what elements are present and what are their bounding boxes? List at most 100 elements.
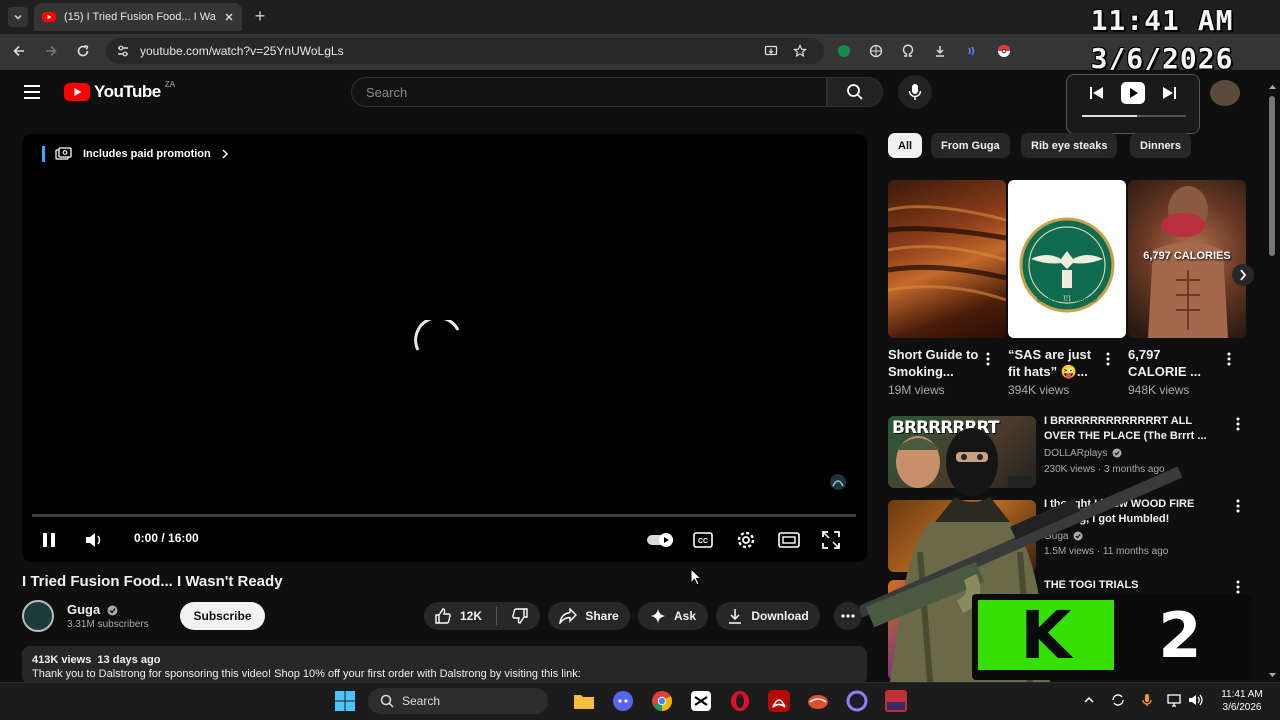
channel-name[interactable]: Guga	[67, 602, 118, 617]
taskbar-clock[interactable]: 11:41 AM 3/6/2026	[1212, 688, 1272, 714]
more-actions-button[interactable]	[834, 602, 862, 630]
search-bar[interactable]	[351, 77, 827, 107]
cursor-icon	[690, 568, 702, 586]
video-progress-bar[interactable]	[32, 514, 856, 517]
start-button[interactable]	[333, 689, 357, 713]
tray-microphone-icon[interactable]	[1140, 693, 1154, 707]
short-thumbnail[interactable]: 6,797 CALORIES	[1128, 180, 1246, 338]
captions-button[interactable]: CC	[691, 528, 715, 552]
extension-download[interactable]	[930, 41, 950, 61]
fruit-app-icon	[808, 695, 828, 709]
tray-volume-icon[interactable]	[1188, 693, 1204, 707]
extension-pokeball[interactable]	[994, 41, 1014, 61]
like-count: 12K	[460, 609, 483, 623]
reload-button[interactable]	[73, 41, 93, 61]
download-button[interactable]: Download	[716, 602, 820, 630]
search-input[interactable]	[366, 84, 826, 100]
related-menu-button[interactable]	[1230, 496, 1246, 516]
taskbar-app-ring[interactable]	[845, 689, 869, 713]
overlay-clock: 11:41 AM 3/6/2026	[1052, 2, 1272, 78]
theater-mode-button[interactable]	[777, 528, 801, 552]
short-views: 394K views	[1008, 383, 1070, 397]
region-code: ZA	[164, 79, 175, 89]
taskbar-file-explorer[interactable]	[572, 689, 596, 713]
short-menu-button[interactable]	[980, 349, 996, 369]
page-scrollbar[interactable]	[1269, 84, 1276, 680]
address-bar[interactable]: youtube.com/watch?v=25YnUWoLgLs	[106, 38, 824, 64]
browser-tab[interactable]: (15) I Tried Fusion Food... I Wasn't Rea…	[34, 3, 242, 31]
shorts-next-button[interactable]	[1232, 264, 1254, 286]
channel-watermark[interactable]	[828, 472, 848, 492]
new-tab-button[interactable]: +	[250, 7, 270, 27]
extension-omega[interactable]	[898, 41, 918, 61]
short-thumbnail[interactable]: III section commander	[1008, 180, 1126, 338]
speaker-icon	[1189, 694, 1203, 706]
paid-promotion-banner[interactable]: Includes paid promotion	[42, 146, 229, 162]
chevron-down-icon	[14, 14, 22, 20]
scroll-up-icon	[1269, 85, 1276, 89]
acrobat-icon	[768, 690, 790, 712]
settings-button[interactable]	[734, 528, 758, 552]
scrollbar-thumb[interactable]	[1269, 96, 1275, 256]
taskbar-chrome[interactable]	[650, 689, 674, 713]
channel-avatar[interactable]	[22, 600, 54, 632]
tray-sync-icon[interactable]	[1111, 693, 1125, 707]
chrome-icon	[652, 691, 673, 712]
close-tab-icon[interactable]	[224, 12, 234, 22]
volume-button[interactable]	[82, 528, 106, 552]
pause-button[interactable]	[37, 528, 61, 552]
ask-button[interactable]: Ask	[638, 602, 708, 630]
forward-button[interactable]	[41, 41, 61, 61]
related-menu-button[interactable]	[1230, 414, 1246, 434]
chip-rib-eye-steaks[interactable]: Rib eye steaks	[1021, 133, 1118, 158]
back-button[interactable]	[9, 41, 29, 61]
account-avatar[interactable]	[1210, 80, 1240, 106]
autoplay-toggle-icon	[647, 533, 673, 547]
short-menu-button[interactable]	[1100, 349, 1116, 369]
share-label: Share	[585, 609, 619, 623]
media-play-button[interactable]	[1121, 82, 1145, 104]
install-app-button[interactable]	[761, 41, 781, 61]
tab-search-button[interactable]	[8, 7, 28, 27]
description-box[interactable]: 413K views 13 days ago Thank you to Dals…	[22, 646, 867, 684]
taskbar-app-orange[interactable]	[806, 689, 830, 713]
chip-from-guga[interactable]: From Guga	[931, 133, 1010, 158]
bookmark-button[interactable]	[790, 41, 810, 61]
media-previous-button[interactable]	[1088, 84, 1106, 102]
extension-grammar[interactable]	[834, 41, 854, 61]
short-title[interactable]: Short Guide to Smoking...	[888, 346, 980, 380]
taskbar-capcut[interactable]	[689, 689, 713, 713]
guide-menu-button[interactable]	[22, 82, 42, 102]
fullscreen-icon	[822, 531, 840, 549]
taskbar-search[interactable]: Search	[368, 688, 548, 714]
site-info-icon[interactable]	[116, 44, 130, 58]
taskbar-app-thumb[interactable]	[884, 689, 908, 713]
autoplay-toggle[interactable]	[646, 528, 676, 552]
show-hidden-icons-button[interactable]	[1082, 693, 1096, 707]
taskbar-opera[interactable]	[728, 689, 752, 713]
youtube-logo[interactable]: YouTube ZA	[64, 79, 175, 102]
extension-voice[interactable]	[962, 41, 982, 61]
short-thumbnail[interactable]	[888, 180, 1006, 338]
extension-green-icon	[838, 45, 850, 57]
short-menu-button[interactable]	[1221, 349, 1237, 369]
folder-icon	[574, 695, 594, 709]
share-button[interactable]: Share	[548, 602, 630, 630]
short-title[interactable]: 6,797 CALORIE ...	[1128, 346, 1220, 380]
extension-globe[interactable]	[866, 41, 886, 61]
tray-network-icon[interactable]	[1167, 693, 1181, 707]
taskbar-acrobat[interactable]	[767, 689, 791, 713]
taskbar-discord[interactable]	[611, 689, 635, 713]
chip-all[interactable]: All	[888, 133, 923, 158]
subscribe-button[interactable]: Subscribe	[180, 602, 265, 630]
dislike-button[interactable]	[511, 607, 529, 625]
chip-dinners[interactable]: Dinners	[1130, 133, 1191, 158]
voice-search-button[interactable]	[898, 75, 932, 109]
media-next-button[interactable]	[1160, 84, 1178, 102]
thumbs-up-icon	[435, 608, 451, 624]
search-button[interactable]	[827, 77, 883, 107]
brisket-slices-image	[888, 205, 1006, 302]
like-button[interactable]: 12K	[434, 607, 482, 625]
short-title[interactable]: “SAS are just fit hats” 😜...	[1008, 346, 1100, 380]
fullscreen-button[interactable]	[819, 528, 843, 552]
